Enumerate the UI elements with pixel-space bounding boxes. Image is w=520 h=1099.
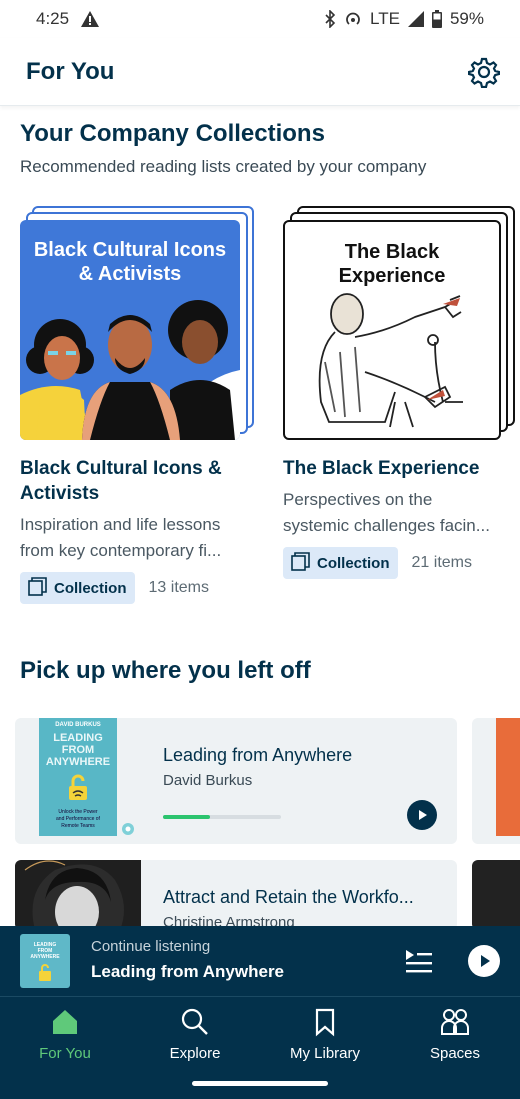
continue-title: Pick up where you left off xyxy=(20,657,311,684)
card-author: David Burkus xyxy=(163,772,253,789)
nav-label-for-you: For You xyxy=(39,1045,91,1062)
mini-player-cover: LEADING FROM ANYWHERE xyxy=(20,934,70,988)
cover-tagline-line1: Unlock the Power xyxy=(58,809,98,815)
nav-label-spaces: Spaces xyxy=(429,1045,481,1062)
collection-card-black-cultural-icons[interactable]: Black Cultural Icons & Activists Black C… xyxy=(20,206,260,604)
mini-cover-title-line3: ANYWHERE xyxy=(30,954,60,960)
book-cover: DAVID BURKUS LEADING FROM ANYWHERE Unloc… xyxy=(39,718,117,836)
author-photo xyxy=(15,860,141,930)
collection-icon xyxy=(291,551,311,575)
mini-cover-title: LEADING FROM ANYWHERE xyxy=(20,942,70,960)
card-title: Leading from Anywhere xyxy=(163,745,353,765)
search-icon xyxy=(181,1008,208,1035)
collection-cover-stack: Black Cultural Icons & Activists xyxy=(20,206,256,442)
continue-card-partial-2[interactable] xyxy=(472,860,520,930)
collection-cover: Black Cultural Icons & Activists xyxy=(20,220,240,440)
collection-icon xyxy=(28,576,48,600)
battery-percent: 59% xyxy=(449,9,484,28)
collection-title-line1: Black Cultural Icons & xyxy=(20,458,222,479)
icons-illustration xyxy=(20,300,240,440)
collection-item-count: 13 items xyxy=(148,579,209,596)
cover-tagline-line2: and Performance of xyxy=(56,816,100,822)
collection-description: Perspectives on the systemic challenges … xyxy=(283,487,520,539)
collection-card-black-experience[interactable]: The Black Experience The Black Experienc… xyxy=(283,206,520,579)
app-header: For You xyxy=(0,38,520,106)
cover-tagline: Unlock the Power and Performance of Remo… xyxy=(42,809,114,830)
hotspot-icon xyxy=(344,10,362,28)
collection-title: The Black Experience xyxy=(283,458,480,479)
status-bar: 4:25 LTE 59% xyxy=(0,0,520,38)
collection-badge: Collection xyxy=(283,547,398,579)
nav-for-you[interactable]: For You xyxy=(10,1007,120,1062)
cover-title-line1: LEADING xyxy=(53,732,103,744)
warning-icon xyxy=(81,11,100,27)
lock-icon xyxy=(69,774,87,800)
gear-icon[interactable] xyxy=(467,56,501,88)
cover-title-line2: FROM xyxy=(61,744,95,756)
nav-my-library[interactable]: My Library xyxy=(270,1007,380,1062)
continue-card-leading-from-anywhere[interactable]: DAVID BURKUS LEADING FROM ANYWHERE Unloc… xyxy=(15,718,457,844)
nav-label-explore: Explore xyxy=(169,1045,221,1062)
queue-icon[interactable] xyxy=(404,948,434,979)
collection-desc-line2: from key contemporary fi... xyxy=(20,541,222,560)
play-icon xyxy=(481,955,490,967)
collection-item-count: 21 items xyxy=(411,554,472,571)
bluetooth-icon xyxy=(324,10,336,28)
collection-desc-line1: Perspectives on the xyxy=(283,490,433,509)
collection-badge: Collection xyxy=(20,572,135,604)
collection-desc-line2: systemic challenges facin... xyxy=(283,516,490,535)
collection-cover: The Black Experience xyxy=(283,220,501,440)
nav-label-my-library: My Library xyxy=(289,1045,360,1062)
cover-author: DAVID BURKUS xyxy=(55,722,101,728)
home-indicator[interactable] xyxy=(192,1081,328,1086)
play-icon xyxy=(419,810,427,820)
collection-title-line2: Activists xyxy=(20,483,100,504)
card-title: Attract and Retain the Workfo... xyxy=(163,887,414,907)
collection-desc-line1: Inspiration and life lessons xyxy=(20,515,221,534)
battery-icon xyxy=(431,10,442,28)
mini-player-title: Leading from Anywhere xyxy=(91,962,285,981)
continue-card-attract-retain[interactable]: Attract and Retain the Workfo... Christi… xyxy=(15,860,457,930)
collections-subtitle: Recommended reading lists created by you… xyxy=(20,157,427,176)
collection-description: Inspiration and life lessons from key co… xyxy=(20,512,260,564)
mini-player-play-button[interactable] xyxy=(468,945,500,977)
nav-explore[interactable]: Explore xyxy=(140,1007,250,1062)
collection-cover-stack: The Black Experience xyxy=(283,206,519,442)
progress-bar xyxy=(163,815,281,819)
audio-badge-icon xyxy=(121,822,135,841)
cover-title: LEADING FROM ANYWHERE xyxy=(42,732,114,768)
network-label: LTE xyxy=(370,9,400,28)
collections-title: Your Company Collections xyxy=(20,120,325,147)
nav-spaces[interactable]: Spaces xyxy=(400,1007,510,1062)
cover-title-line3: ANYWHERE xyxy=(45,756,111,768)
collection-badge-label: Collection xyxy=(54,579,127,597)
progress-fill xyxy=(163,815,211,819)
mini-player-label: Continue listening xyxy=(91,938,211,955)
book-cover xyxy=(496,718,520,836)
bookmark-icon xyxy=(315,1008,335,1037)
continue-card-partial[interactable] xyxy=(472,718,520,844)
home-icon xyxy=(53,1010,77,1034)
mini-lock-icon xyxy=(39,964,51,981)
signal-icon xyxy=(407,11,424,27)
status-time: 4:25 xyxy=(36,9,70,28)
mini-player[interactable]: LEADING FROM ANYWHERE Continue listening… xyxy=(0,926,520,996)
collection-badge-label: Collection xyxy=(317,554,390,572)
collection-title: Black Cultural Icons & Activists xyxy=(20,456,260,506)
play-button[interactable] xyxy=(407,800,437,830)
cover-tagline-line3: Remote Teams xyxy=(61,823,95,829)
people-icon xyxy=(441,1009,469,1035)
page-title: For You xyxy=(26,57,115,85)
speaker-illustration xyxy=(318,293,463,428)
